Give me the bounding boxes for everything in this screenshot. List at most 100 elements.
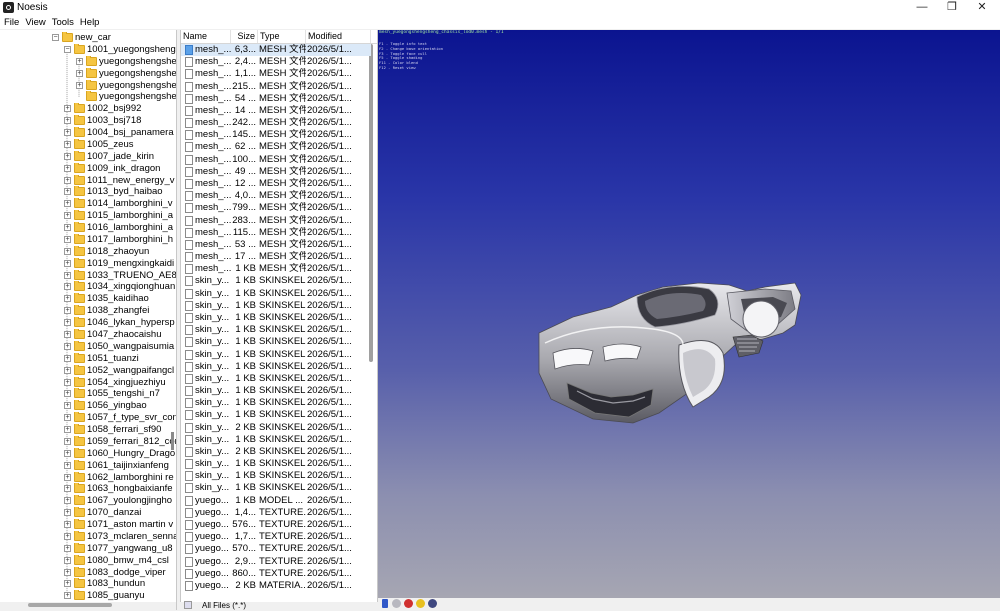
column-header-name[interactable]: Name <box>181 30 231 43</box>
file-row[interactable]: mesh_... 145... MESH 文件 2026/5/1... <box>181 129 371 141</box>
file-row[interactable]: mesh_... 1 KB MESH 文件 2026/5/1... <box>181 263 371 275</box>
expand-icon[interactable]: + <box>64 521 71 529</box>
expand-icon[interactable]: + <box>64 414 71 422</box>
expand-icon[interactable]: + <box>64 592 71 600</box>
file-row[interactable]: skin_y... 1 KBSKINSKEL...2026/5/1... <box>181 275 371 287</box>
tree-item[interactable]: +1052_wangpaifangcl <box>0 364 176 377</box>
file-row[interactable]: yuego...860...TEXTURE...2026/5/1... <box>181 568 371 580</box>
tree-item[interactable]: +1016_lamborghini_a <box>0 222 176 234</box>
expand-icon[interactable]: + <box>64 283 71 291</box>
expand-icon[interactable]: + <box>64 544 71 552</box>
file-row[interactable]: mesh_... 242... MESH 文件 2026/5/1... <box>181 117 371 129</box>
collapse-icon[interactable]: − <box>52 34 59 41</box>
expand-icon[interactable]: + <box>64 164 71 172</box>
tree-item[interactable]: +1073_mclaren_senna <box>0 530 176 543</box>
file-row[interactable]: mesh_... 6,3... MESH 文件 2026/5/1... <box>181 44 371 57</box>
file-row[interactable]: yuego...570...TEXTURE...2026/5/1... <box>181 543 371 555</box>
tree-item[interactable]: +1062_lamborghini re <box>0 471 176 484</box>
expand-icon[interactable]: + <box>64 509 71 517</box>
expand-icon[interactable]: + <box>64 259 71 267</box>
file-row[interactable]: skin_y... 1 KBSKINSKEL...2026/5/1... <box>181 324 371 336</box>
expand-icon[interactable]: + <box>64 212 71 220</box>
file-row[interactable]: skin_y... 1 KBSKINSKEL...2026/5/1... <box>181 361 371 373</box>
file-row[interactable]: mesh_... 283... MESH 文件 2026/5/1... <box>181 215 371 227</box>
tree-item[interactable]: +1077_yangwang_u8 <box>0 542 176 555</box>
tree-item[interactable]: +1009_ink_dragon <box>0 162 176 175</box>
expand-icon[interactable]: + <box>64 319 71 327</box>
file-type-filter[interactable]: All Files (*.*) <box>180 601 378 610</box>
file-row[interactable]: mesh_... 62 ... MESH 文件 2026/5/1... <box>181 141 371 153</box>
expand-icon[interactable]: + <box>64 485 71 493</box>
tree-item[interactable]: + yuegongshengsheng <box>0 55 176 68</box>
file-row[interactable]: skin_y... 2 KBSKINSKEL...2026/5/1... <box>181 422 371 434</box>
expand-icon[interactable]: + <box>64 532 71 540</box>
tree-item[interactable]: +1059_ferrari_812_cor <box>0 435 176 448</box>
yellow-ball-icon[interactable] <box>416 599 425 608</box>
file-row[interactable]: skin_y... 1 KBSKINSKEL...2026/5/1... <box>181 300 371 312</box>
tree-item[interactable]: +1070_danzai <box>0 507 176 519</box>
file-row[interactable]: skin_y... 1 KBSKINSKEL...2026/5/1... <box>181 385 371 397</box>
tree-item[interactable]: +1019_mengxingkaidi <box>0 257 176 270</box>
file-row[interactable]: mesh_... 215... MESH 文件 2026/5/1... <box>181 81 371 93</box>
file-row[interactable]: skin_y... 1 KBSKINSKEL...2026/5/1... <box>181 482 371 494</box>
tree-item[interactable]: +1071_aston martin v <box>0 519 176 531</box>
expand-icon[interactable]: + <box>64 378 71 386</box>
close-button[interactable]: ✕ <box>967 0 997 16</box>
expand-icon[interactable]: + <box>64 402 71 410</box>
expand-icon[interactable]: + <box>76 81 83 89</box>
expand-icon[interactable]: + <box>64 307 71 315</box>
expand-icon[interactable]: + <box>64 426 71 434</box>
expand-icon[interactable]: + <box>64 295 71 303</box>
expand-icon[interactable]: + <box>64 437 71 445</box>
expand-icon[interactable]: + <box>64 449 71 457</box>
file-row[interactable]: mesh_... 49 ... MESH 文件 2026/5/1... <box>181 166 371 178</box>
tree-item[interactable]: +1083_dodge_viper <box>0 566 176 579</box>
file-row[interactable]: mesh_... 100... MESH 文件 2026/5/1... <box>181 154 371 166</box>
file-list[interactable]: Name Size Type Modified mesh_... 6,3... ME… <box>180 30 378 610</box>
file-row[interactable]: skin_y... 2 KBSKINSKEL...2026/5/1... <box>181 446 371 458</box>
tree-item[interactable]: +1035_kaidihao <box>0 293 176 305</box>
expand-icon[interactable]: + <box>64 140 71 148</box>
expand-icon[interactable]: + <box>64 473 71 481</box>
tree-item[interactable]: +1033_TRUENO_AE86 <box>0 269 176 282</box>
3d-viewport[interactable]: mesh_yuegongshengsheng_chassis_lod0.mesh… <box>378 30 1000 598</box>
menu-help[interactable]: Help <box>76 16 102 29</box>
file-row[interactable]: mesh_... 17 ... MESH 文件 2026/5/1... <box>181 251 371 263</box>
file-row[interactable]: mesh_... 4,0... MESH 文件 2026/5/1... <box>181 190 371 202</box>
expand-icon[interactable]: + <box>76 69 83 77</box>
tree-item[interactable]: + yuegongshengsheng <box>0 79 176 92</box>
info-icon[interactable] <box>382 599 388 608</box>
file-row[interactable]: yuego... 1,7...TEXTURE...2026/5/1... <box>181 531 371 543</box>
minimize-button[interactable]: — <box>907 0 937 16</box>
expand-icon[interactable]: + <box>64 247 71 255</box>
file-row[interactable]: skin_y... 1 KBSKINSKEL...2026/5/1... <box>181 458 371 470</box>
expand-icon[interactable]: + <box>64 461 71 469</box>
tree-item[interactable]: +1067_youlongjingho <box>0 495 176 507</box>
tree-item[interactable]: +1003_bsj718 <box>0 115 176 127</box>
collapse-icon[interactable]: − <box>64 45 71 53</box>
expand-icon[interactable]: + <box>64 556 71 564</box>
expand-icon[interactable]: + <box>64 580 71 588</box>
maximize-button[interactable]: ❐ <box>937 0 967 16</box>
tree-item[interactable]: +1051_tuanzi <box>0 352 176 365</box>
expand-icon[interactable]: + <box>64 366 71 374</box>
file-row[interactable]: yuego... 1 KB MODEL ... 2026/5/1... <box>181 495 371 507</box>
expand-icon[interactable]: + <box>64 271 71 279</box>
tree-item[interactable]: +1060_Hungry_Drago <box>0 447 176 460</box>
expand-icon[interactable]: + <box>64 129 71 137</box>
tree-item[interactable]: +1056_yingbao <box>0 400 176 412</box>
file-row[interactable]: yuego...576...TEXTURE...2026/5/1... <box>181 519 371 531</box>
tree-item[interactable]: +1017_lamborghini_h <box>0 233 176 246</box>
tree-item[interactable]: +1063_hongbaixianfe <box>0 483 176 495</box>
tree-item[interactable]: +1058_ferrari_sf90 <box>0 424 176 436</box>
folder-tree[interactable]: −new_car−1001_yuegongshengsheng+yuegongs… <box>0 30 177 610</box>
file-row[interactable]: yuego... 2,9...TEXTURE...2026/5/1... <box>181 556 371 568</box>
expand-icon[interactable]: + <box>64 152 71 160</box>
tree-item[interactable]: +1061_taijinxianfeng <box>0 459 176 472</box>
tree-item[interactable]: +1004_bsj_panamera <box>0 127 176 139</box>
menu-file[interactable]: File <box>0 16 21 29</box>
file-row[interactable]: mesh_... 53 ... MESH 文件 2026/5/1... <box>181 239 371 251</box>
file-row[interactable]: skin_y... 1 KBSKINSKEL...2026/5/1... <box>181 288 371 300</box>
expand-icon[interactable]: + <box>64 354 71 362</box>
menu-view[interactable]: View <box>21 16 47 29</box>
